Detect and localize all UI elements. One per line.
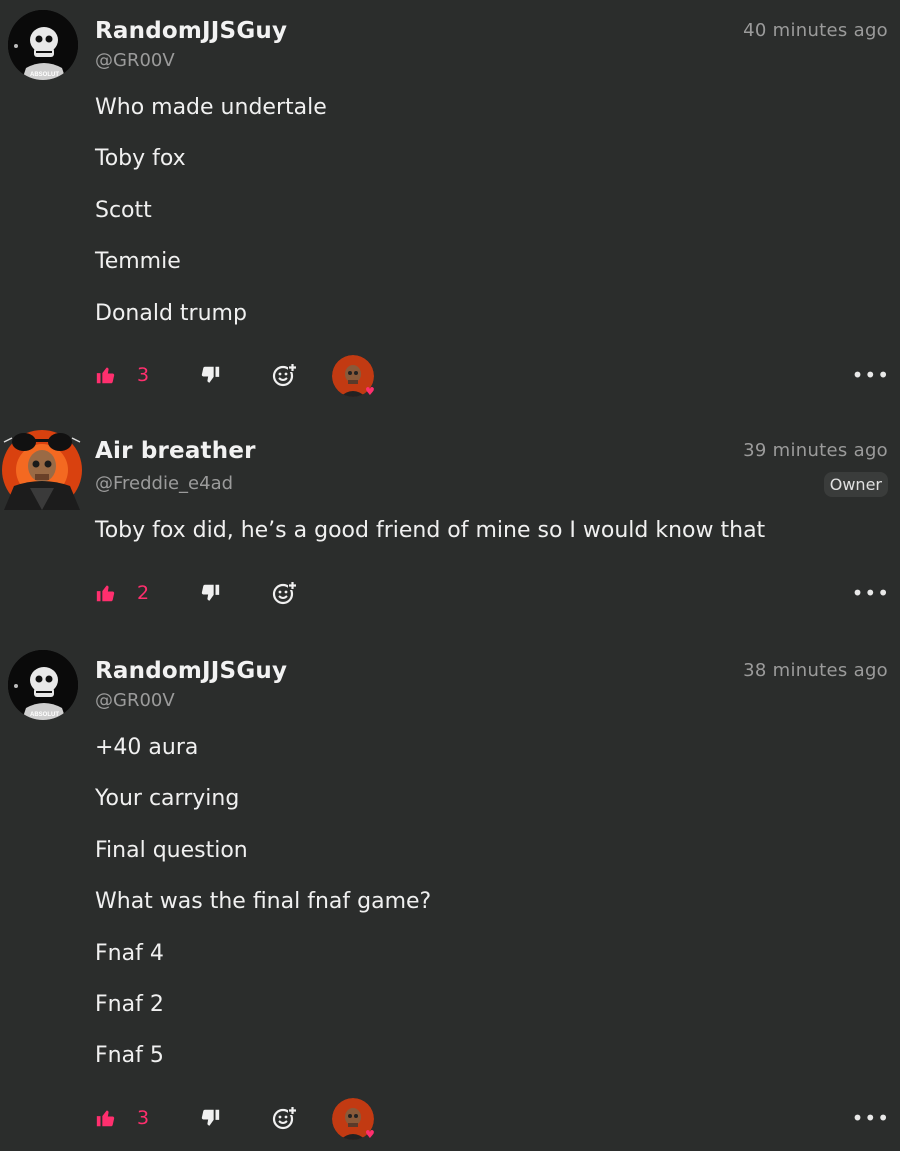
comment-line: Who made undertale [95, 95, 327, 120]
thumbs-down-icon [199, 364, 221, 386]
add-reaction-button[interactable] [271, 573, 297, 613]
skull-sunglasses-avatar-icon [0, 426, 84, 510]
like-button[interactable]: 2 [95, 573, 149, 613]
like-button[interactable]: 3 [95, 1098, 149, 1138]
timestamp: 39 minutes ago [743, 440, 888, 461]
comment: Air breather @Freddie_e4ad 39 minutes ag… [0, 420, 900, 620]
comment-line: Fnaf 2 [95, 991, 164, 1017]
add-reaction-button[interactable] [271, 355, 297, 395]
thumbs-down-icon [199, 582, 221, 604]
comment-line: Donald trump [95, 300, 247, 326]
like-button[interactable]: 3 [95, 355, 149, 395]
comment-body: Who made undertale Toby fox Scott Temmie… [95, 94, 327, 351]
user-handle: @GR00V [95, 690, 175, 711]
svg-text:ABSOLUT: ABSOLUT [30, 712, 59, 718]
comment-body: Toby fox did, he’s a good friend of mine… [95, 517, 765, 568]
dislike-button[interactable] [199, 1098, 221, 1138]
comment-actions: 3 ♥ ••• [95, 1098, 890, 1141]
like-count: 2 [137, 582, 150, 604]
thumbs-up-icon [95, 364, 117, 386]
user-avatar[interactable]: ABSOLUT [8, 10, 78, 80]
comment-line: Your carrying [95, 786, 240, 812]
dislike-button[interactable] [199, 573, 221, 613]
add-emoji-icon [271, 580, 297, 606]
username[interactable]: RandomJJSGuy [95, 18, 287, 44]
comment: ABSOLUT RandomJJSGuy @GR00V 40 minutes a… [0, 0, 900, 410]
heart-icon: ♥ [365, 1128, 375, 1141]
comment-line: Scott [95, 197, 152, 223]
skeleton-avatar-icon: ABSOLUT [8, 650, 78, 720]
comment-line: Final question [95, 837, 248, 863]
heart-icon: ♥ [365, 385, 375, 398]
username[interactable]: RandomJJSGuy [95, 658, 287, 684]
user-handle: @Freddie_e4ad [95, 473, 234, 494]
user-handle: @GR00V [95, 50, 175, 71]
user-avatar[interactable]: ABSOLUT [8, 650, 78, 720]
comment-line: What was the final fnaf game? [95, 889, 432, 915]
comment-line: Toby fox [95, 146, 186, 172]
skeleton-avatar-icon: ABSOLUT [8, 10, 78, 80]
comment-body: +40 aura Your carrying Final question Wh… [95, 734, 431, 1094]
thumbs-down-icon [199, 1107, 221, 1129]
more-options-icon[interactable]: ••• [852, 1106, 890, 1130]
user-avatar[interactable] [0, 426, 84, 510]
add-emoji-icon [271, 362, 297, 388]
thumbs-up-icon [95, 582, 117, 604]
add-emoji-icon [271, 1105, 297, 1131]
more-options-icon[interactable]: ••• [852, 581, 890, 605]
more-options-icon[interactable]: ••• [852, 363, 890, 387]
comment-actions: 2 ••• [95, 573, 890, 613]
comment-line: Fnaf 5 [95, 1043, 164, 1069]
comment: ABSOLUT RandomJJSGuy @GR00V 38 minutes a… [0, 640, 900, 1151]
thumbs-up-icon [95, 1107, 117, 1129]
comment-actions: 3 ♥ ••• [95, 355, 890, 398]
like-count: 3 [137, 364, 150, 386]
dislike-button[interactable] [199, 355, 221, 395]
timestamp: 40 minutes ago [743, 20, 888, 41]
add-reaction-button[interactable] [271, 1098, 297, 1138]
timestamp: 38 minutes ago [743, 660, 888, 681]
username[interactable]: Air breather [95, 438, 256, 464]
comment-line: Toby fox did, he’s a good friend of mine… [95, 518, 766, 543]
comment-line: Temmie [95, 249, 181, 275]
comment-line: +40 aura [95, 735, 199, 760]
like-count: 3 [137, 1107, 150, 1129]
owner-badge: Owner [823, 472, 888, 497]
svg-text:ABSOLUT: ABSOLUT [30, 72, 59, 78]
comment-line: Fnaf 4 [95, 940, 164, 966]
